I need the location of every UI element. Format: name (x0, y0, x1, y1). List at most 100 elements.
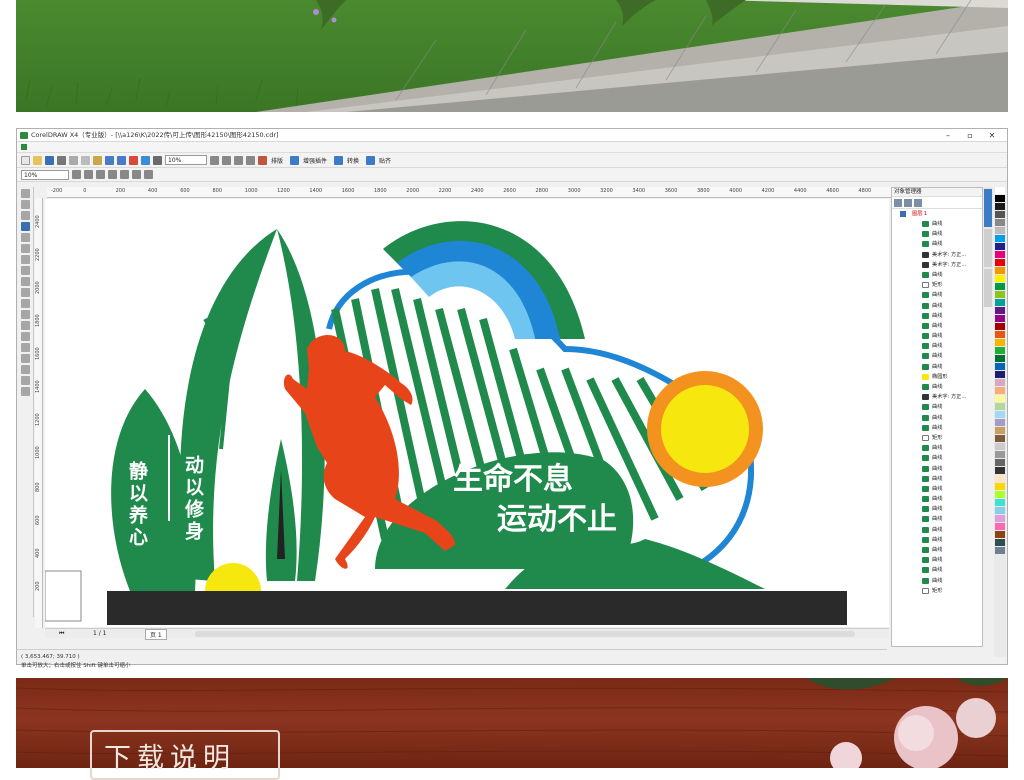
convert-label[interactable]: 转换 (347, 156, 359, 165)
show-properties-icon[interactable] (894, 199, 902, 207)
palette-swatch[interactable] (995, 195, 1005, 202)
interactive-fill-icon[interactable] (21, 387, 30, 396)
zoom-page-icon[interactable] (246, 155, 255, 165)
plugins-icon[interactable] (290, 155, 300, 165)
prop-zoom-out-icon[interactable] (84, 170, 93, 179)
app-launcher-icon[interactable] (153, 155, 162, 165)
palette-swatch[interactable] (995, 451, 1005, 458)
palette-swatch[interactable] (995, 523, 1005, 530)
copy-icon[interactable] (81, 155, 90, 165)
object-list-item[interactable]: 曲线 (892, 555, 982, 565)
rectangle-tool-icon[interactable] (21, 255, 30, 264)
palette-swatch[interactable] (995, 427, 1005, 434)
cut-icon[interactable] (69, 155, 78, 165)
palette-swatch[interactable] (995, 251, 1005, 258)
object-list-item[interactable]: 曲线 (892, 464, 982, 474)
new-icon[interactable] (21, 155, 30, 165)
palette-swatch[interactable] (995, 395, 1005, 402)
convert-icon[interactable] (334, 155, 344, 165)
palette-swatch[interactable] (995, 323, 1005, 330)
undo-icon[interactable] (105, 155, 114, 165)
snap-icon[interactable] (366, 155, 376, 165)
palette-swatch[interactable] (995, 371, 1005, 378)
redo-icon[interactable] (117, 155, 126, 165)
palette-swatch[interactable] (995, 403, 1005, 410)
palette-swatch[interactable] (995, 459, 1005, 466)
object-list-item[interactable]: 曲线 (892, 514, 982, 524)
palette-swatch[interactable] (995, 547, 1005, 554)
import-icon[interactable] (129, 155, 138, 165)
polygon-tool-icon[interactable] (21, 277, 30, 286)
prop-zoom-in-icon[interactable] (72, 170, 81, 179)
object-list-item[interactable]: 椭圆形 (892, 372, 982, 382)
export-icon[interactable] (141, 155, 150, 165)
basic-shapes-icon[interactable] (21, 288, 30, 297)
palette-swatch[interactable] (995, 355, 1005, 362)
object-list-item[interactable]: 曲线 (892, 443, 982, 453)
palette-swatch[interactable] (995, 203, 1005, 210)
palette-swatch[interactable] (995, 483, 1005, 490)
connector-tool-icon[interactable] (21, 332, 30, 341)
palette-swatch[interactable] (995, 467, 1005, 474)
palette-swatch[interactable] (995, 411, 1005, 418)
page-tab[interactable]: 页 1 (145, 629, 167, 640)
object-list-item[interactable]: 美术字: 方正... (892, 260, 982, 270)
object-list-item[interactable]: 曲线 (892, 382, 982, 392)
object-list-item[interactable]: 曲线 (892, 290, 982, 300)
palette-swatch[interactable] (995, 331, 1005, 338)
palette-swatch[interactable] (995, 243, 1005, 250)
object-list-item[interactable]: 矩形 (892, 433, 982, 443)
object-list-item[interactable]: 曲线 (892, 413, 982, 423)
palette-swatch[interactable] (995, 539, 1005, 546)
object-list-item[interactable]: 矩形 (892, 586, 982, 596)
palette-swatch[interactable] (995, 475, 1005, 482)
table-tool-icon[interactable] (21, 310, 30, 319)
palette-swatch[interactable] (995, 435, 1005, 442)
palette-swatch[interactable] (995, 187, 1005, 194)
horizontal-scrollbar[interactable] (195, 631, 855, 637)
object-list-item[interactable]: 曲线 (892, 229, 982, 239)
zoom-out-icon[interactable] (222, 155, 231, 165)
palette-swatch[interactable] (995, 347, 1005, 354)
palette-swatch[interactable] (995, 515, 1005, 522)
zoom-select[interactable]: 10% (165, 155, 207, 165)
object-list-item[interactable]: 曲线 (892, 331, 982, 341)
eyedropper-tool-icon[interactable] (21, 354, 30, 363)
palette-swatch[interactable] (995, 275, 1005, 282)
docker-tab-object-manager[interactable] (984, 189, 992, 227)
palette-swatch[interactable] (995, 259, 1005, 266)
zoom-fit-icon[interactable] (234, 155, 243, 165)
drawing-canvas[interactable]: 静以养心 动以修身 生命不息 运动不止 (44, 199, 889, 627)
arrange-icon[interactable] (258, 155, 267, 165)
edit-across-layers-icon[interactable] (904, 199, 912, 207)
palette-swatch[interactable] (995, 387, 1005, 394)
object-list-item[interactable]: 曲线 (892, 301, 982, 311)
restore-button[interactable]: ▫ (959, 129, 981, 142)
object-list-item[interactable]: 矩形 (892, 280, 982, 290)
plugins-label[interactable]: 增强插件 (303, 156, 327, 165)
palette-swatch[interactable] (995, 339, 1005, 346)
ellipse-tool-icon[interactable] (21, 266, 30, 275)
object-list-item[interactable]: 曲线 (892, 341, 982, 351)
palette-swatch[interactable] (995, 267, 1005, 274)
palette-swatch[interactable] (995, 315, 1005, 322)
object-list-item[interactable]: 曲线 (892, 565, 982, 575)
layer-manager-icon[interactable] (914, 199, 922, 207)
print-icon[interactable] (57, 155, 66, 165)
layer-visibility-icon[interactable] (900, 211, 906, 217)
blend-tool-icon[interactable] (21, 343, 30, 352)
palette-swatch[interactable] (995, 491, 1005, 498)
palette-swatch[interactable] (995, 531, 1005, 538)
freehand-tool-icon[interactable] (21, 233, 30, 242)
docker-tab-transform[interactable] (984, 229, 992, 267)
object-list-item[interactable]: 曲线 (892, 362, 982, 372)
object-list-item[interactable]: 曲线 (892, 535, 982, 545)
palette-swatch[interactable] (995, 419, 1005, 426)
object-list-item[interactable]: 曲线 (892, 321, 982, 331)
object-list-item[interactable]: 曲线 (892, 402, 982, 412)
palette-swatch[interactable] (995, 283, 1005, 290)
object-list-item[interactable]: 曲线 (892, 484, 982, 494)
palette-swatch[interactable] (995, 291, 1005, 298)
page-first-icon[interactable]: ⏮ (59, 630, 64, 638)
prop-zoom-selected-icon[interactable] (96, 170, 105, 179)
